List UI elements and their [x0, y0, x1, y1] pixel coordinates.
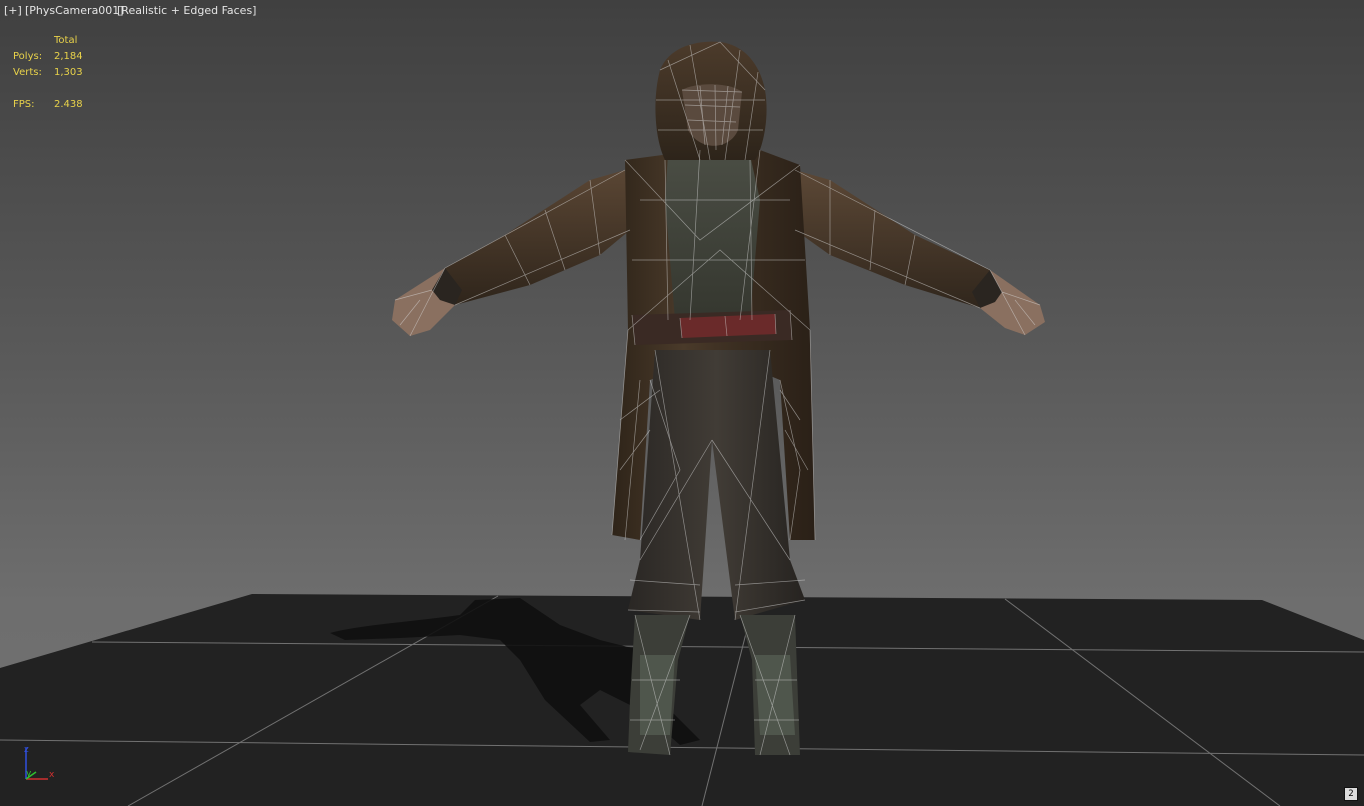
left-arm	[392, 170, 630, 336]
pants	[628, 350, 805, 620]
axis-z-label: z	[24, 745, 29, 755]
axis-y-label: y	[26, 769, 32, 779]
viewport-badge[interactable]: 2	[1344, 787, 1358, 801]
right-arm	[795, 170, 1045, 335]
viewport-perspective[interactable]: z y x [+] [PhysCamera001] [Realistic + E…	[0, 0, 1364, 806]
shirt	[665, 155, 760, 320]
stats-verts-label: Verts:	[13, 67, 42, 78]
stats-verts-value: 1,303	[54, 67, 83, 78]
stats-fps-value: 2.438	[54, 99, 83, 110]
scene-render[interactable]: z y x	[0, 0, 1364, 806]
viewport-shading-menu[interactable]: [Realistic + Edged Faces]	[117, 4, 256, 18]
axis-x-label: x	[49, 770, 55, 780]
stats-header: Total	[54, 35, 78, 46]
viewport-general-menu[interactable]: [+]	[4, 4, 22, 18]
stats-polys-label: Polys:	[13, 51, 43, 62]
viewport-point-of-view-menu[interactable]: [PhysCamera001]	[25, 4, 124, 18]
stats-fps-label: FPS:	[13, 99, 35, 110]
stats-polys-value: 2,184	[54, 51, 83, 62]
